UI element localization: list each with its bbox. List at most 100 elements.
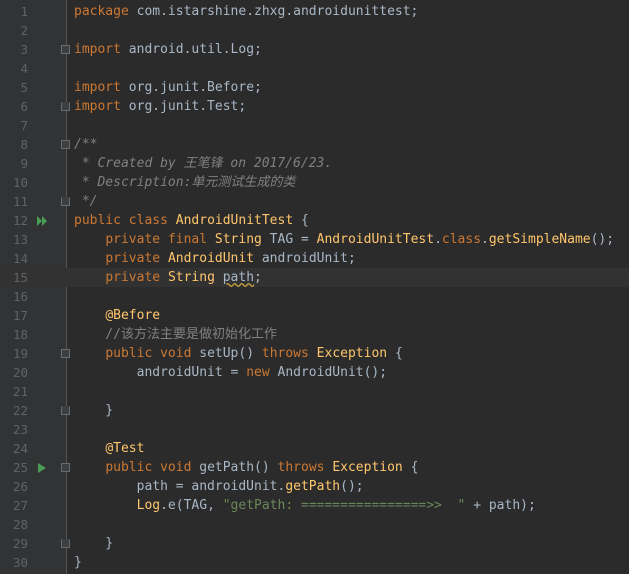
code-text[interactable]: /** [74,135,97,154]
code-line[interactable]: 13 private final String TAG = AndroidUni… [0,230,629,249]
code-token: public [105,460,153,475]
fold-start-icon[interactable] [61,349,70,358]
code-editor[interactable]: 1 package com.istarshine.zhxg.androidunit… [0,0,629,574]
code-line[interactable]: 19 public void setUp() throws Exception … [0,344,629,363]
run-test-icon[interactable] [36,462,48,474]
fold-end-icon[interactable] [61,406,70,415]
code-token: private [105,251,161,266]
code-line[interactable]: 25 public void getPath() throws Exceptio… [0,458,629,477]
code-line[interactable]: 12 public class AndroidUnitTest { [0,211,629,230]
code-text[interactable]: } [74,401,113,420]
code-line[interactable]: 1 package com.istarshine.zhxg.androidunit… [0,2,629,21]
code-token: private [105,270,161,285]
code-line[interactable]: 16 [0,287,629,306]
code-token: } [74,536,114,551]
code-text[interactable]: private AndroidUnit androidUnit; [74,249,355,268]
code-token: AndroidUnit [167,251,255,266]
line-number: 22 [12,403,28,418]
code-token: import [74,80,121,95]
line-number: 20 [12,365,28,380]
code-token: String [167,270,215,285]
code-line[interactable]: 8 /** [0,135,629,154]
code-line[interactable]: 23 [0,420,629,439]
code-token: import [74,99,121,114]
code-line[interactable]: 4 [0,59,629,78]
fold-end-icon[interactable] [61,539,70,548]
code-text[interactable]: public void getPath() throws Exception { [74,458,418,477]
run-all-tests-icon[interactable] [36,215,48,227]
code-line[interactable]: 22 } [0,401,629,420]
fold-start-icon[interactable] [61,45,70,54]
code-line[interactable]: 10 * Description:单元测试生成的类 [0,173,629,192]
code-token: androidUnit = [74,365,247,380]
fold-end-icon[interactable] [61,102,70,111]
code-line[interactable]: 7 [0,116,629,135]
code-text[interactable]: private final String TAG = AndroidUnitTe… [74,230,614,249]
code-line[interactable]: 24 @Test [0,439,629,458]
code-line[interactable]: 21 [0,382,629,401]
code-line[interactable]: 5 import org.junit.Before; [0,78,629,97]
code-token: throws [277,460,325,475]
code-text[interactable]: * Description:单元测试生成的类 [74,173,296,192]
code-line[interactable]: 20 androidUnit = new AndroidUnit(); [0,363,629,382]
code-line[interactable]: 27 Log.e(TAG, "getPath: ================… [0,496,629,515]
code-line[interactable]: 2 [0,21,629,40]
line-number: 15 [12,270,28,285]
code-line[interactable]: 11 */ [0,192,629,211]
line-number: 29 [12,536,28,551]
code-text[interactable]: @Test [74,439,144,458]
code-line[interactable]: 26 path = androidUnit.getPath(); [0,477,629,496]
code-line[interactable]: 9 * Created by 王笔锋 on 2017/6/23. [0,154,629,173]
line-number: 14 [12,251,28,266]
code-line[interactable]: 17 @Before [0,306,629,325]
code-token: AndroidUnitTest [316,232,435,247]
code-token: class [128,213,168,228]
code-text[interactable]: androidUnit = new AndroidUnit(); [74,363,387,382]
code-line[interactable]: 14 private AndroidUnit androidUnit; [0,249,629,268]
line-number: 28 [12,517,28,532]
fold-start-icon[interactable] [61,140,70,149]
code-token: Log [136,498,161,513]
line-number: 23 [12,422,28,437]
code-token: * Description:单元测试生成的类 [74,175,296,190]
fold-start-icon[interactable] [61,463,70,472]
code-token: Exception [316,346,388,361]
code-text[interactable]: import org.junit.Before; [74,78,262,97]
line-number: 9 [20,156,28,171]
code-text[interactable]: public void setUp() throws Exception { [74,344,402,363]
code-text[interactable]: //该方法主要是做初始化工作 [74,325,277,344]
code-text[interactable]: import org.junit.Test; [74,97,246,116]
code-line[interactable]: 18 //该方法主要是做初始化工作 [0,325,629,344]
code-line[interactable]: 15 private String path; [0,268,629,287]
code-line[interactable]: 6 import org.junit.Test; [0,97,629,116]
code-text[interactable]: Log.e(TAG, "getPath: ================>> … [74,496,536,515]
code-text[interactable]: } [74,553,82,572]
code-line[interactable]: 30} [0,553,629,572]
code-token: package [74,4,129,19]
code-text[interactable]: * Created by 王笔锋 on 2017/6/23. [74,154,332,173]
fold-end-icon[interactable] [61,197,70,206]
code-text[interactable]: import android.util.Log; [74,40,262,59]
code-text[interactable]: public class AndroidUnitTest { [74,211,309,230]
code-text[interactable]: path = androidUnit.getPath(); [74,477,364,496]
code-text[interactable]: private String path; [74,268,262,287]
code-text[interactable]: package com.istarshine.zhxg.androidunitt… [74,2,418,21]
code-token: ; [254,270,262,285]
code-line[interactable]: 3 import android.util.Log; [0,40,629,59]
code-token: */ [74,194,98,209]
code-text[interactable]: } [74,534,113,553]
code-text[interactable]: */ [74,192,98,211]
line-number: 8 [20,137,28,152]
code-token: String [214,232,262,247]
code-line[interactable]: 29 } [0,534,629,553]
code-text[interactable]: @Before [74,306,160,325]
code-token: public [74,213,121,228]
code-line[interactable]: 28 [0,515,629,534]
